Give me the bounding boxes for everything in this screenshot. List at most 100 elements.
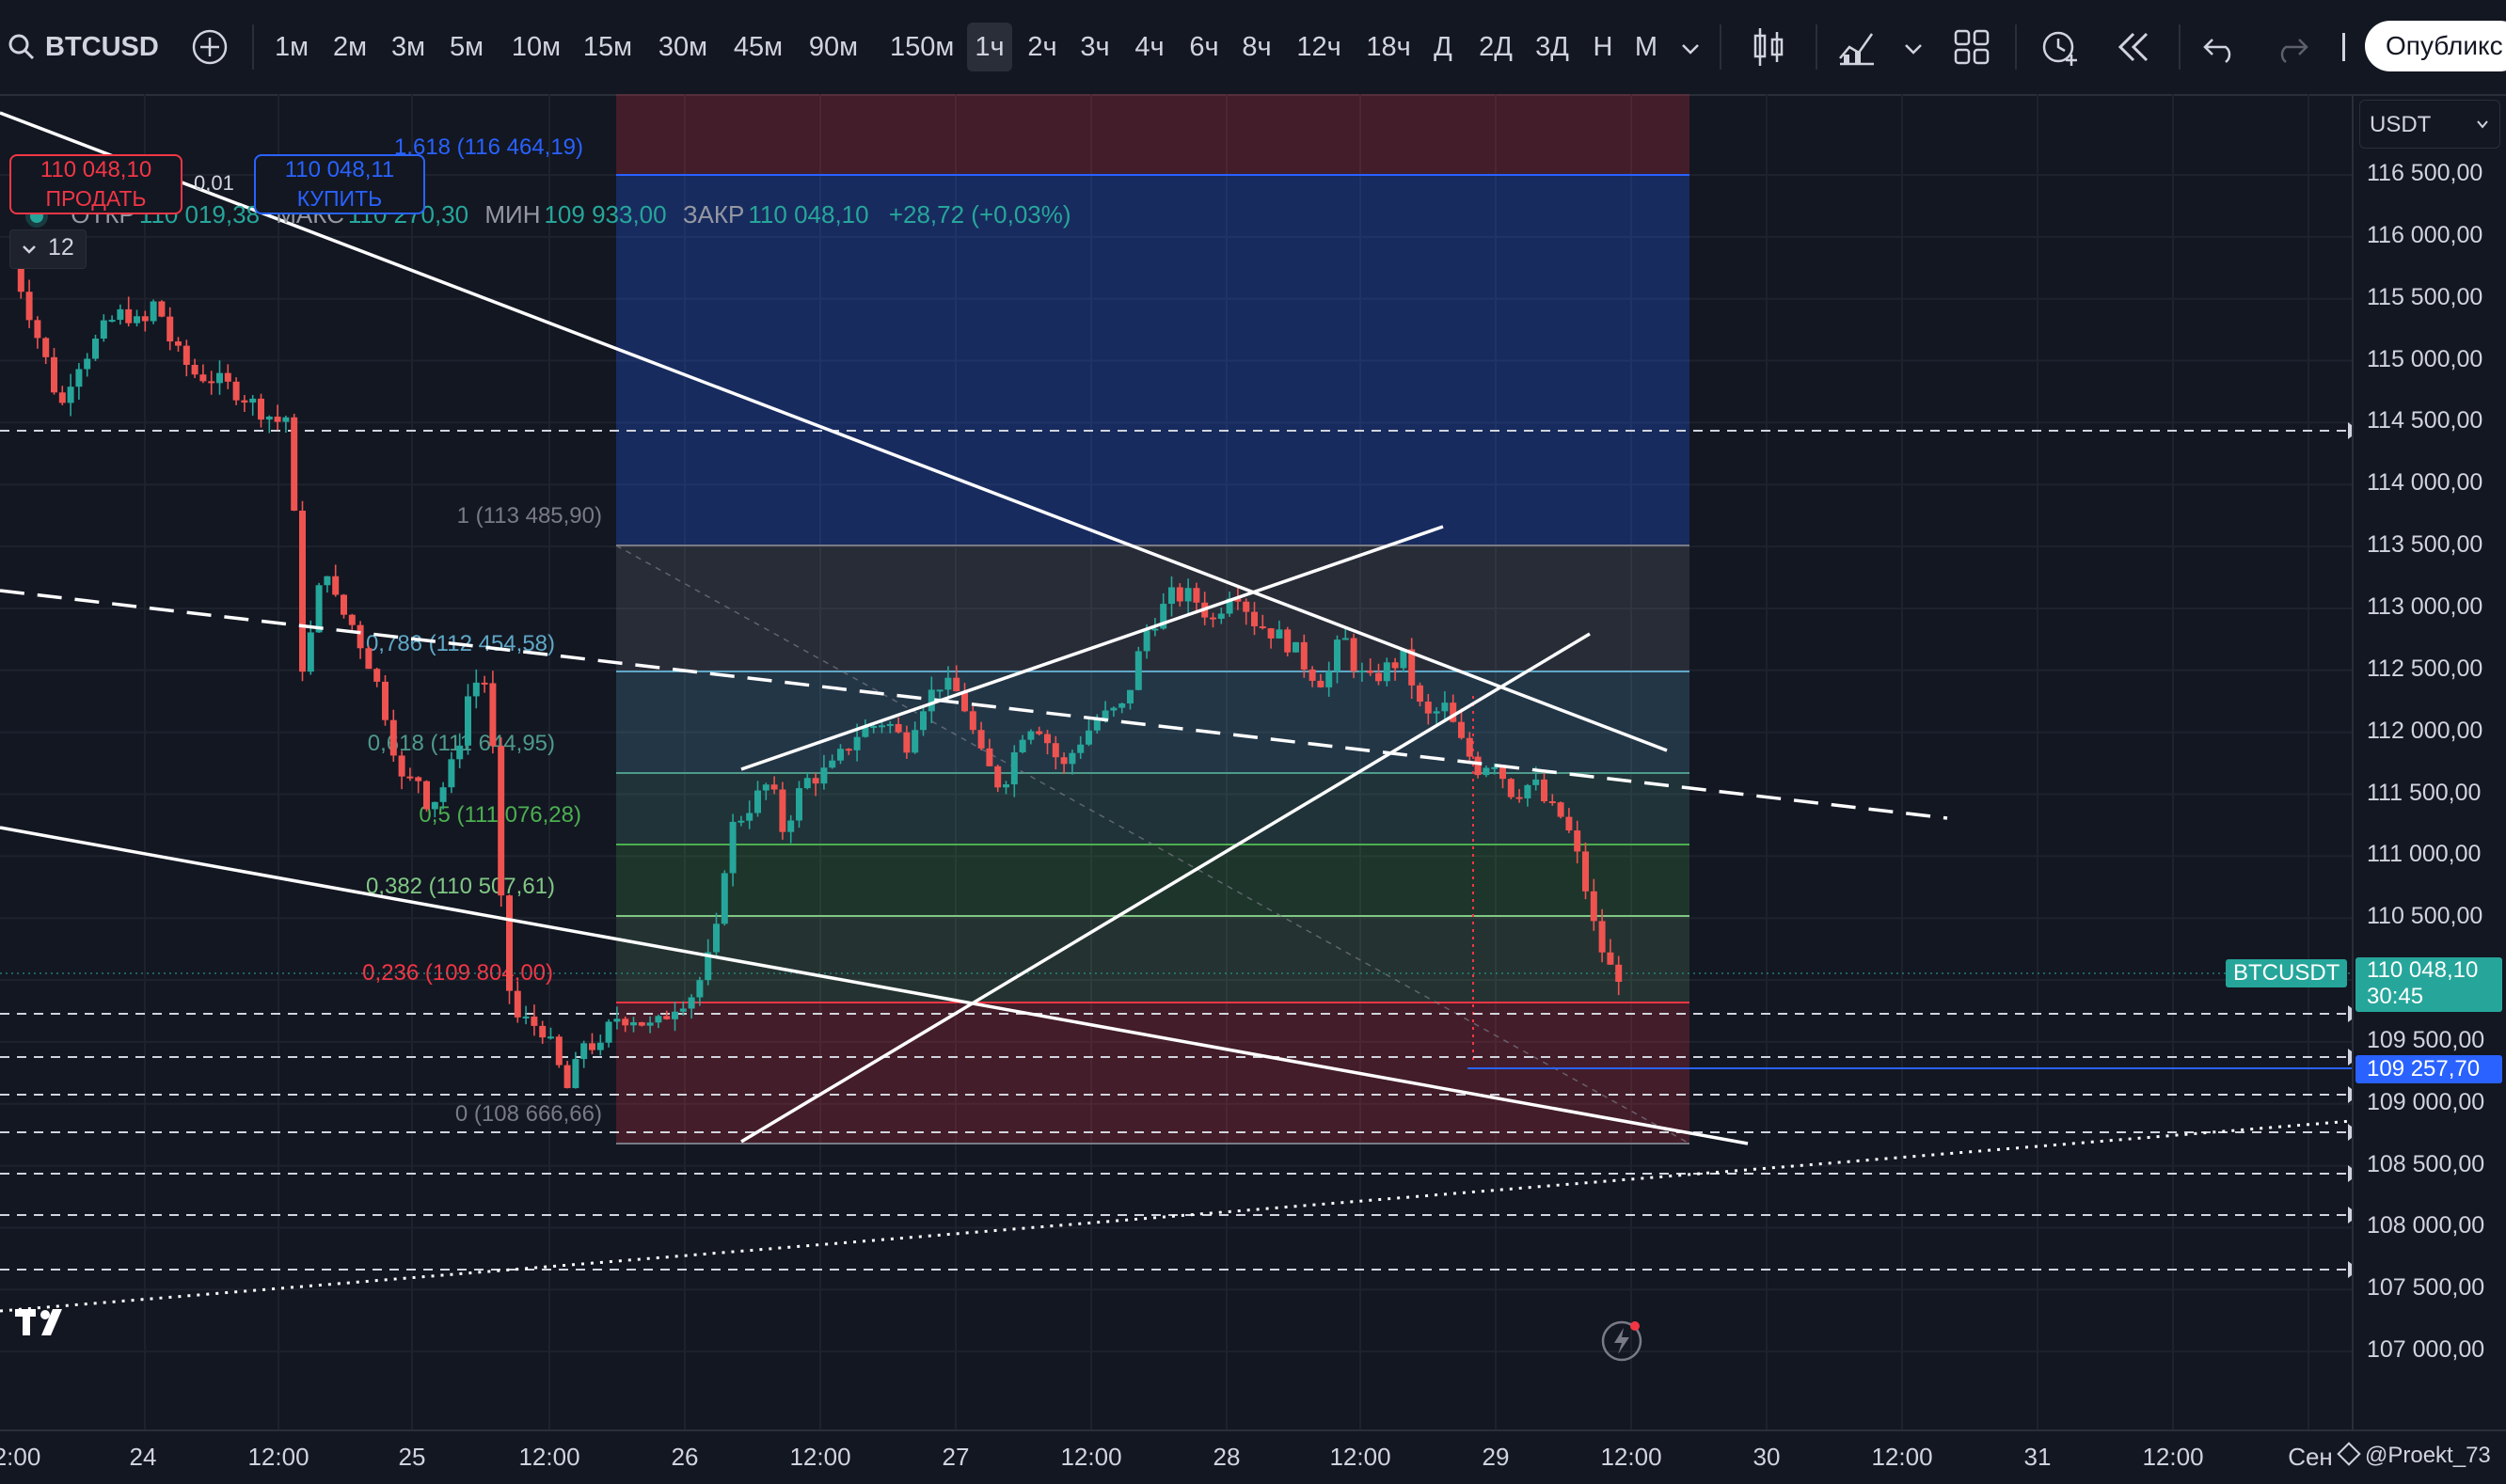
candle xyxy=(481,682,488,685)
replay-icon[interactable] xyxy=(2115,28,2152,66)
buy-label: КУПИТЬ xyxy=(296,186,383,211)
candle xyxy=(879,725,885,728)
flash-icon[interactable] xyxy=(1599,1318,1644,1364)
candle xyxy=(994,766,1002,788)
candle xyxy=(630,1022,637,1026)
chevron-down-icon xyxy=(23,245,36,254)
candle xyxy=(829,760,836,768)
candle xyxy=(746,813,753,821)
indicators-toggle[interactable]: 12 xyxy=(9,229,87,269)
layout-icon[interactable] xyxy=(1953,28,1991,66)
undo-icon[interactable] xyxy=(2201,28,2239,66)
candle xyxy=(1309,669,1316,681)
price-tick-label: 110 500,00 xyxy=(2367,903,2483,930)
interval-15[interactable]: 6ч xyxy=(1176,23,1232,71)
candle xyxy=(125,308,133,324)
candle xyxy=(1259,625,1266,629)
redo-icon[interactable] xyxy=(2273,28,2310,66)
interval-17[interactable]: 12ч xyxy=(1291,23,1347,71)
indicators-icon[interactable] xyxy=(1836,26,1878,68)
sell-price: 110 048,10 xyxy=(40,157,152,182)
candle xyxy=(713,924,720,953)
interval-14[interactable]: 4ч xyxy=(1121,23,1178,71)
candle xyxy=(1300,641,1308,670)
candle xyxy=(1474,756,1482,776)
candle xyxy=(348,614,356,625)
candle xyxy=(555,1036,563,1066)
interval-3[interactable]: 3м xyxy=(380,23,436,71)
candle xyxy=(729,821,737,874)
interval-19[interactable]: Д xyxy=(1415,23,1471,71)
price-axis[interactable]: USDT 116 500,00 116 000,00 115 500,00 115 0… xyxy=(2352,94,2506,1429)
candle xyxy=(1607,952,1614,965)
interval-12[interactable]: 2ч xyxy=(1014,23,1071,71)
interval-4[interactable]: 5м xyxy=(438,23,495,71)
interval-10[interactable]: 150м xyxy=(890,23,954,71)
chart-canvas[interactable]: 1,618 (116 464,19)1 (113 485,90)0,786 (1… xyxy=(0,94,2352,1429)
candles-icon[interactable] xyxy=(1750,26,1787,68)
interval-2[interactable]: 2м xyxy=(322,23,378,71)
current-price-tag: 110 048,10 30:45 xyxy=(2355,957,2502,1012)
chevron-down-icon[interactable] xyxy=(1679,38,1702,60)
candle xyxy=(663,1016,671,1019)
currency-select[interactable]: USDT xyxy=(2359,100,2500,149)
candle xyxy=(1110,707,1118,711)
interval-21[interactable]: 3Д xyxy=(1524,23,1580,71)
candle xyxy=(274,416,281,422)
candle xyxy=(158,301,166,317)
candle xyxy=(216,372,223,384)
candle xyxy=(382,681,389,720)
candle xyxy=(108,320,116,323)
interval-16[interactable]: 8ч xyxy=(1229,23,1285,71)
interval-20[interactable]: 2Д xyxy=(1467,23,1524,71)
interval-23[interactable]: М xyxy=(1618,23,1674,71)
interval-13[interactable]: 3ч xyxy=(1067,23,1123,71)
interval-5[interactable]: 10м xyxy=(508,23,564,71)
candle xyxy=(415,777,422,781)
interval-8[interactable]: 45м xyxy=(730,23,786,71)
candle xyxy=(1127,689,1134,703)
candle xyxy=(389,719,397,756)
candle xyxy=(886,723,894,726)
fib-retracement[interactable]: 1,618 (116 464,19)1 (113 485,90)0,786 (1… xyxy=(362,94,1690,1145)
interval-9[interactable]: 90м xyxy=(805,23,862,71)
sell-button[interactable]: 110 048,10 ПРОДАТЬ xyxy=(9,154,182,214)
alert-icon[interactable] xyxy=(2039,26,2081,68)
candle xyxy=(1391,662,1399,669)
top-toolbar: BTCUSD 1м 2м 3м 5м 10м 15м 30м 45м 90м 150м 1ч 2ч 3ч… xyxy=(0,0,2506,96)
interval-7[interactable]: 30м xyxy=(655,23,711,71)
candle xyxy=(1417,685,1423,703)
candle xyxy=(265,416,273,420)
time-tick-label: 25 xyxy=(398,1443,426,1471)
interval-18[interactable]: 18ч xyxy=(1360,23,1417,71)
candle xyxy=(1515,797,1523,799)
interval-11[interactable]: 1ч xyxy=(967,23,1012,71)
time-tick-label: 12:00 xyxy=(1329,1443,1391,1471)
candle xyxy=(1077,744,1085,753)
candle xyxy=(853,736,861,750)
price-tick-label: 114 500,00 xyxy=(2367,407,2483,434)
candle xyxy=(406,776,414,779)
chart-pane[interactable]: 1,618 (116 464,19)1 (113 485,90)0,786 (1… xyxy=(0,94,2352,1429)
candle xyxy=(1217,613,1225,619)
candle xyxy=(572,1059,579,1089)
price-tick-label: 109 000,00 xyxy=(2367,1088,2485,1115)
publish-button[interactable]: Опубликс xyxy=(2365,21,2506,71)
candle xyxy=(341,594,347,615)
plus-circle-icon[interactable] xyxy=(191,28,229,66)
time-axis[interactable]: 2:00 24 12:00 25 12:00 26 12:00 27 12:00 28 12:00 2… xyxy=(0,1429,2506,1484)
candle xyxy=(1044,734,1051,744)
candle xyxy=(1325,671,1333,687)
interval-6[interactable]: 15м xyxy=(579,23,636,71)
candle xyxy=(870,726,878,729)
candle xyxy=(1450,703,1457,722)
interval-1[interactable]: 1м xyxy=(263,23,320,71)
buy-button[interactable]: 110 048,11 КУПИТЬ xyxy=(254,154,425,214)
candle xyxy=(1433,711,1440,714)
chevron-down-icon[interactable] xyxy=(1902,38,1925,60)
candle xyxy=(357,624,364,649)
candle xyxy=(1151,628,1159,631)
time-tick-label: 29 xyxy=(1482,1443,1510,1471)
candle xyxy=(1574,830,1581,852)
candle xyxy=(232,381,240,401)
